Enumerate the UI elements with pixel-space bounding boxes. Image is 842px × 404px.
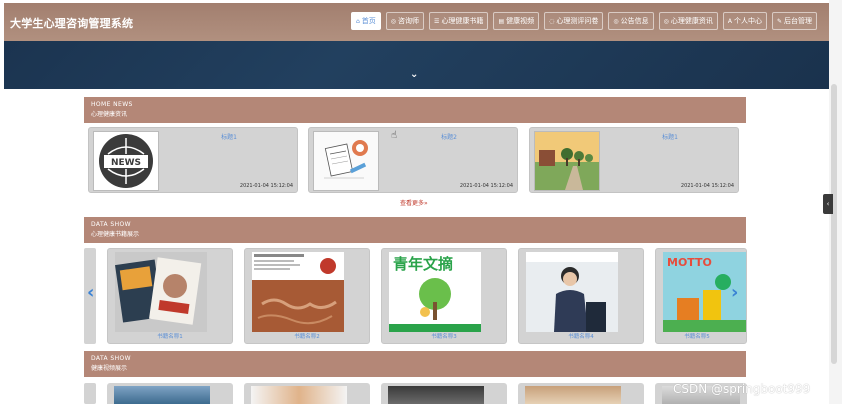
news-date: 2021-01-04 15:12:04 [459,183,513,189]
news-title[interactable]: 标题1 [600,132,740,141]
nav-notices[interactable]: ◎ 公告信息 [608,12,654,30]
news-title[interactable]: 标题2 [379,132,519,141]
book-card[interactable]: 书籍名称4 [518,248,644,344]
admin-icon: ✎ [776,17,782,25]
book-card[interactable]: 书籍名称2 [244,248,370,344]
svg-text:NEWS: NEWS [111,158,141,168]
news-globe-image: NEWS [93,131,159,191]
book-card[interactable]: 书籍名称1 [107,248,233,344]
book-card[interactable]: 青年文摘 书籍名称3 [381,248,507,344]
chat-icon: ◎ [390,17,397,25]
section-title-en: DATA SHOW [91,355,131,362]
nav-admin[interactable]: ✎ 后台管理 [771,12,817,30]
video-thumbnail [525,386,621,404]
cover-title: 青年文摘 [393,255,453,273]
video-card[interactable] [518,383,644,404]
section-header-news: HOME NEWS 心理健康资讯 [84,97,746,123]
nav-label: 咨询师 [398,17,420,25]
watermark-text: CSDN @springboot999 [673,382,811,396]
app-title: 大学生心理咨询管理系统 [10,17,134,30]
news-date: 2021-01-04 15:12:04 [239,183,293,189]
nav-label: 心理健康书籍 [441,17,484,25]
nav-label: 心理健康资讯 [670,17,713,25]
nav-news[interactable]: ◎ 心理健康资讯 [658,12,718,30]
section-title-cn: 心理健康书籍展示 [91,231,140,238]
nav-books[interactable]: ☰ 心理健康书籍 [429,12,489,30]
video-icon: ▤ [498,17,505,25]
video-thumbnail [388,386,484,404]
nav-home[interactable]: ⌂ 首页 [350,12,381,30]
section-header-books: DATA SHOW 心理健康书籍展示 [84,217,746,243]
news-date: 2021-01-04 15:12:04 [680,183,734,189]
nav-label: 心理测评问卷 [556,17,599,25]
mouse-cursor-icon: ☝ [391,130,398,141]
newspaper-image [313,131,379,191]
nav-label: 个人中心 [733,17,762,25]
news-card[interactable]: NEWS 标题1 2021-01-04 15:12:04 [88,127,298,193]
hero-banner: ⌄ [4,41,829,89]
chevron-right-icon[interactable]: › [731,284,738,302]
news-icon: ◎ [663,17,669,25]
nav-profile[interactable]: A 个人中心 [722,12,767,30]
section-title-en: HOME NEWS [91,101,133,108]
page: 大学生心理咨询管理系统 ⌂ 首页 ◎ 咨询师 ☰ 心理健康书籍 ▤ 健康视频 ◌ 心理测评… [0,0,842,404]
cover-title: MOTTO [667,256,712,269]
header-bar: 大学生心理咨询管理系统 ⌂ 首页 ◎ 咨询师 ☰ 心理健康书籍 ▤ 健康视频 ◌ 心理测评… [4,3,829,41]
book-name[interactable]: 书籍名称3 [382,332,506,340]
news-title[interactable]: 标题1 [159,132,299,141]
video-card[interactable] [107,383,233,404]
chevron-left-icon[interactable]: ‹ [87,284,94,302]
notice-icon: ◎ [613,17,619,25]
scrollbar-thumb[interactable] [831,84,837,364]
video-thumbnail [114,386,210,404]
video-card[interactable] [244,383,370,404]
brown-map-cover [252,252,344,332]
nav-videos[interactable]: ▤ 健康视频 [493,12,540,30]
book-icon: ☰ [434,17,440,25]
book-name[interactable]: 书籍名称2 [245,332,369,340]
home-icon: ⌂ [355,17,360,25]
nav-label: 健康视频 [506,17,535,25]
section-title-en: DATA SHOW [91,221,131,228]
magazines-cover [115,252,207,332]
side-toggle-button[interactable]: ‹ [823,194,833,214]
nav-label: 首页 [361,17,376,25]
carousel-edge-card [84,383,96,404]
section-title-cn: 心理健康资讯 [91,111,128,118]
video-card[interactable] [381,383,507,404]
nav-label: 公告信息 [620,17,649,25]
news-card[interactable]: 标题2 2021-01-04 15:12:04 [308,127,518,193]
nav-counselor[interactable]: ◎ 咨询师 [385,12,425,30]
news-card[interactable]: 标题1 2021-01-04 15:12:04 [529,127,739,193]
nav-label: 后台管理 [784,17,812,25]
book-name[interactable]: 书籍名称4 [519,332,643,340]
campus-image [534,131,600,191]
section-header-videos: DATA SHOW 健康视频展示 [84,351,746,377]
youth-digest-cover: 青年文摘 [389,252,481,332]
view-more-link[interactable]: 查看更多» [400,198,428,207]
test-icon: ◌ [549,17,555,25]
chevron-left-icon: ‹ [826,200,830,208]
book-name[interactable]: 书籍名称1 [108,332,232,340]
nav-questionnaire[interactable]: ◌ 心理测评问卷 [544,12,604,30]
section-title-cn: 健康视频展示 [91,365,128,372]
user-icon: A [727,17,732,25]
portrait-cover [526,252,618,332]
chevron-down-icon[interactable]: ⌄ [410,69,418,80]
video-thumbnail [251,386,347,404]
main-nav: ⌂ 首页 ◎ 咨询师 ☰ 心理健康书籍 ▤ 健康视频 ◌ 心理测评问卷 ◎ 公告信息 ◎ 心理… [350,12,817,30]
book-name[interactable]: 书籍名称5 [656,332,738,340]
